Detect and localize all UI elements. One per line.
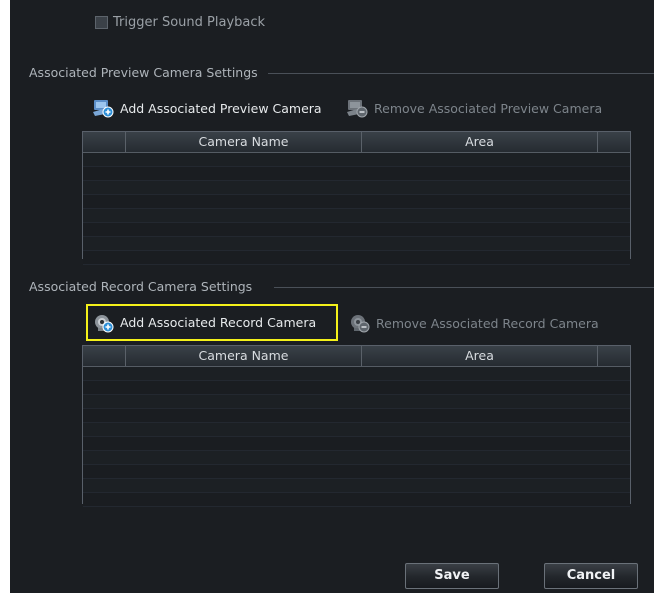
save-button[interactable]: Save [405, 563, 499, 589]
table-header: Camera Name Area [83, 346, 630, 367]
column-header-camera-name[interactable]: Camera Name [126, 346, 362, 366]
column-header-camera-name[interactable]: Camera Name [126, 132, 362, 152]
add-preview-camera-button[interactable]: Add Associated Preview Camera [92, 95, 322, 121]
add-record-camera-label: Add Associated Record Camera [120, 315, 317, 330]
remove-record-camera-label: Remove Associated Record Camera [376, 315, 599, 331]
remove-preview-camera-button[interactable]: Remove Associated Preview Camera [346, 95, 602, 121]
add-record-camera-icon [95, 314, 114, 332]
trigger-sound-checkbox[interactable] [95, 16, 108, 29]
add-record-camera-button[interactable]: Add Associated Record Camera [86, 304, 338, 341]
section-divider [274, 287, 654, 288]
cancel-button[interactable]: Cancel [544, 563, 638, 589]
column-header-select[interactable] [83, 346, 126, 366]
table-body [83, 153, 630, 265]
table-body [83, 367, 630, 507]
column-header-area[interactable]: Area [362, 346, 598, 366]
remove-record-camera-button[interactable]: Remove Associated Record Camera [348, 310, 599, 336]
column-header-area[interactable]: Area [362, 132, 598, 152]
settings-panel: Trigger Sound Playback Associated Previe… [10, 0, 654, 593]
record-camera-table[interactable]: Camera Name Area [82, 345, 631, 507]
section-divider [268, 73, 654, 74]
preview-section-title: Associated Preview Camera Settings [29, 65, 258, 80]
preview-camera-table[interactable]: Camera Name Area [82, 131, 631, 265]
column-header-select[interactable] [83, 132, 126, 152]
remove-camera-icon [347, 100, 368, 118]
remove-preview-camera-label: Remove Associated Preview Camera [374, 100, 603, 116]
column-header-extra[interactable] [598, 132, 630, 152]
column-header-extra[interactable] [598, 346, 630, 366]
add-camera-icon [93, 100, 114, 118]
table-header: Camera Name Area [83, 132, 630, 153]
trigger-sound-label[interactable]: Trigger Sound Playback [113, 15, 265, 30]
record-section-title: Associated Record Camera Settings [29, 279, 253, 294]
remove-record-camera-icon [351, 315, 370, 333]
add-preview-camera-label: Add Associated Preview Camera [120, 100, 322, 116]
